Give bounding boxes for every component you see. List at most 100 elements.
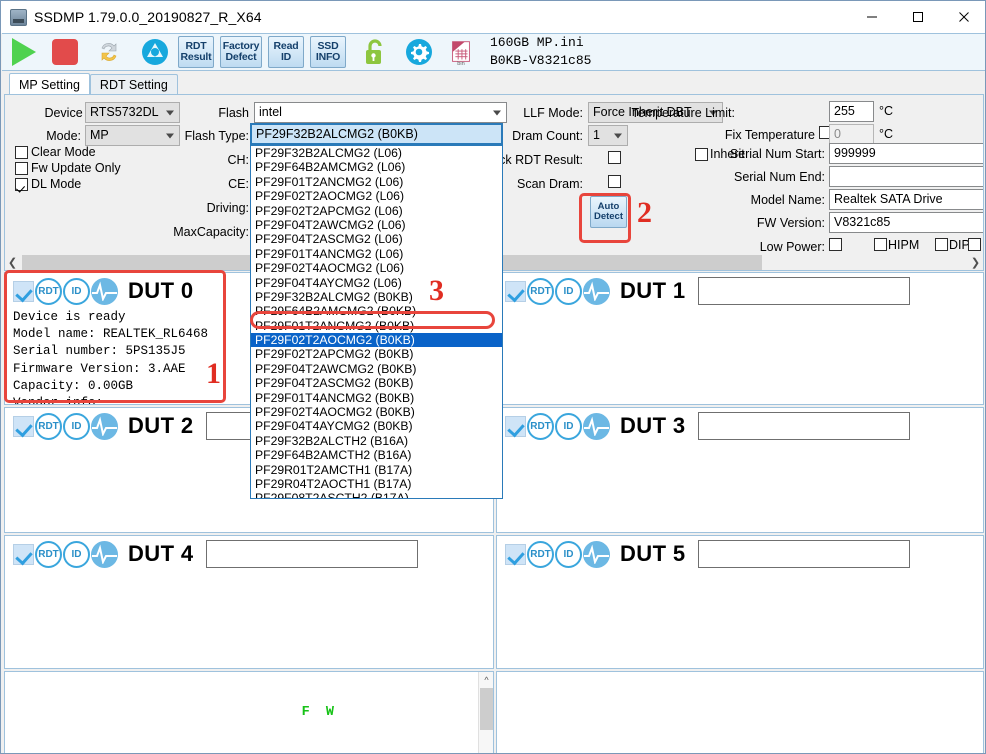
dropdown-item[interactable]: PF29F32B2ALCMG2 (B0KB)	[251, 290, 502, 304]
play-icon[interactable]	[12, 38, 36, 66]
dut-4-enable-checkbox[interactable]	[13, 543, 34, 565]
waveform-icon[interactable]	[91, 277, 118, 305]
serial-num-start-input[interactable]: 999999	[829, 143, 983, 164]
serial-num-start-label: Serial Num Start:	[729, 147, 825, 161]
scan-dram-checkbox[interactable]	[608, 175, 621, 188]
dropdown-item[interactable]: PF29F02T2APCMG2 (B0KB)	[251, 347, 502, 361]
rdt-icon[interactable]: RDT	[527, 540, 554, 568]
dropdown-item[interactable]: PF29F04T2ASCMG2 (B0KB)	[251, 376, 502, 390]
waveform-icon[interactable]	[91, 412, 118, 440]
dropdown-item[interactable]: PF29F02T2APCMG2 (L06)	[251, 204, 502, 218]
low-power-checkbox[interactable]	[829, 238, 842, 251]
dut-panel-1: RDT ID DUT 1	[496, 272, 984, 405]
hipm-checkbox[interactable]	[874, 238, 887, 251]
rdt-icon[interactable]: RDT	[527, 277, 554, 305]
maximize-icon[interactable]	[895, 1, 941, 33]
rdt-icon[interactable]: RDT	[35, 277, 62, 305]
dropdown-item[interactable]: PF29F02T4AOCMG2 (B0KB)	[251, 405, 502, 419]
flash-type-select[interactable]: PF29F32B2ALCMG2 (B0KB)	[250, 123, 503, 145]
dropdown-item[interactable]: PF29F04T4AYCMG2 (L06)	[251, 276, 502, 290]
close-icon[interactable]	[941, 1, 985, 33]
rdt-icon[interactable]: RDT	[527, 412, 554, 440]
gear-icon[interactable]	[402, 35, 436, 69]
scroll-up-icon[interactable]: ^	[479, 672, 493, 687]
serial-num-end-input[interactable]	[829, 166, 983, 187]
dut-3-enable-checkbox[interactable]	[505, 415, 526, 437]
waveform-icon[interactable]	[583, 412, 610, 440]
dut-2-enable-checkbox[interactable]	[13, 415, 34, 437]
rdt-icon[interactable]: RDT	[35, 412, 62, 440]
id-icon[interactable]: ID	[555, 540, 582, 568]
temperature-limit-input[interactable]: 255	[829, 101, 874, 122]
rdt-icon[interactable]: RDT	[35, 540, 62, 568]
refresh-icon[interactable]	[92, 35, 126, 69]
ssd-info-button[interactable]: SSD INFO	[310, 36, 346, 68]
waveform-icon[interactable]	[91, 540, 118, 568]
dipm-checkbox[interactable]	[935, 238, 948, 251]
dropdown-item[interactable]: PF29F04T2AWCMG2 (B0KB)	[251, 362, 502, 376]
dropdown-item-selected[interactable]: PF29F02T2AOCMG2 (B0KB)	[251, 333, 502, 348]
rdt-result-button[interactable]: RDT Result	[178, 36, 214, 68]
flash-select[interactable]: intel	[254, 102, 507, 123]
tab-mp-setting[interactable]: MP Setting	[9, 73, 90, 95]
dropdown-item[interactable]: PF29F01T2ANCMG2 (B0KB)	[251, 319, 502, 333]
dropdown-item[interactable]: PF29F01T4ANCMG2 (L06)	[251, 247, 502, 261]
dut-0-enable-checkbox[interactable]	[13, 280, 34, 302]
stop-icon[interactable]	[52, 39, 78, 65]
dropdown-item[interactable]: PF29F04T2ASCMG2 (L06)	[251, 232, 502, 246]
id-icon[interactable]: ID	[63, 540, 90, 568]
dut-4-input[interactable]	[205, 540, 418, 568]
scroll-left-icon[interactable]: ❮	[5, 255, 20, 270]
dut-1-enable-checkbox[interactable]	[505, 280, 526, 302]
factory-defect-button[interactable]: Factory Defect	[220, 36, 262, 68]
dropdown-item[interactable]: PF29F01T4ANCMG2 (B0KB)	[251, 391, 502, 405]
dl-mode-checkbox[interactable]	[15, 178, 28, 191]
bottom-log-left: F W ID: 89 a4 64 32 aa 01 ^	[4, 671, 494, 753]
scroll-right-icon[interactable]: ❯	[968, 255, 983, 270]
fw-version-input[interactable]: V8321c85	[829, 212, 983, 233]
model-name-input[interactable]: Realtek SATA Drive	[829, 189, 983, 210]
flash-type-dropdown-list[interactable]: PF29F32B2ALCMG2 (L06) PF29F64B2AMCMG2 (L…	[250, 145, 503, 499]
dropdown-item[interactable]: PF29F32B2ALCMG2 (L06)	[251, 146, 502, 160]
bin-file-icon[interactable]: bin	[446, 37, 476, 67]
fix-temperature-input[interactable]: 0	[829, 124, 874, 145]
dropdown-item[interactable]: PF29R04T2AOCTH1 (B17A)	[251, 477, 502, 491]
clear-mode-checkbox[interactable]	[15, 146, 28, 159]
check-rdt-result-checkbox[interactable]	[608, 151, 621, 164]
recycle-icon[interactable]	[138, 35, 172, 69]
id-icon[interactable]: ID	[555, 277, 582, 305]
read-id-button[interactable]: Read ID	[268, 36, 304, 68]
dropdown-item[interactable]: PF29F32B2ALCTH2 (B16A)	[251, 434, 502, 448]
dropdown-item[interactable]: PF29R01T2AMCTH1 (B17A)	[251, 463, 502, 477]
fw-update-only-checkbox[interactable]	[15, 162, 28, 175]
auto-detect-button[interactable]: Auto Detect	[590, 196, 627, 228]
dropdown-item[interactable]: PF29F64B2AMCMG2 (B0KB)	[251, 304, 502, 318]
dut-1-input[interactable]	[697, 277, 910, 305]
dropdown-item[interactable]: PF29F04T4AYCMG2 (B0KB)	[251, 419, 502, 433]
tab-rdt-setting[interactable]: RDT Setting	[89, 74, 178, 95]
dropdown-item[interactable]: PF29F04T2AWCMG2 (L06)	[251, 218, 502, 232]
ce-label: CE:	[228, 177, 249, 191]
dropdown-item[interactable]: PF29F64B2AMCMG2 (L06)	[251, 160, 502, 174]
dropdown-item[interactable]: PF29F02T2AOCMG2 (L06)	[251, 189, 502, 203]
dut-5-enable-checkbox[interactable]	[505, 543, 526, 565]
id-icon[interactable]: ID	[63, 277, 90, 305]
dropdown-item[interactable]: PF29F08T2ASCTH2 (B17A)	[251, 491, 502, 498]
vscroll-thumb[interactable]	[480, 688, 493, 730]
dut-3-input[interactable]	[697, 412, 910, 440]
id-icon[interactable]: ID	[555, 412, 582, 440]
dropdown-item[interactable]: PF29F02T4AOCMG2 (L06)	[251, 261, 502, 275]
log-vscrollbar[interactable]: ^	[478, 672, 493, 753]
dut-5-input[interactable]	[697, 540, 910, 568]
waveform-icon[interactable]	[583, 540, 610, 568]
unlock-icon[interactable]	[358, 35, 392, 69]
waveform-icon[interactable]	[583, 277, 610, 305]
id-icon[interactable]: ID	[63, 412, 90, 440]
dram-count-select[interactable]: 1	[588, 125, 628, 146]
ssd-info-line2: INFO	[315, 51, 341, 63]
di-checkbox[interactable]	[968, 238, 981, 251]
dropdown-item[interactable]: PF29F01T2ANCMG2 (L06)	[251, 175, 502, 189]
annotation-number-3: 3	[429, 274, 444, 307]
dropdown-item[interactable]: PF29F64B2AMCTH2 (B16A)	[251, 448, 502, 462]
minimize-icon[interactable]	[849, 1, 895, 33]
